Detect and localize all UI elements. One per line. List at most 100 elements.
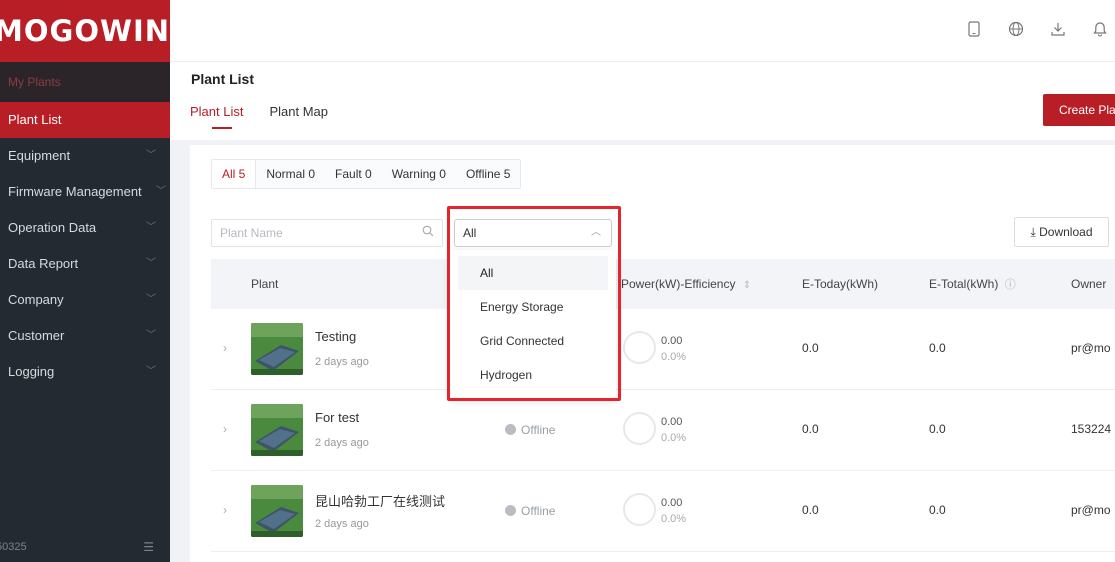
e-today-value: 0.0 xyxy=(802,422,819,436)
column-header-label: E-Total(kWh) xyxy=(929,277,999,291)
chevron-down-icon: ﹀ xyxy=(146,258,156,269)
sidebar-item-label: Equipment xyxy=(8,148,71,163)
create-plant-button[interactable]: Create Plan xyxy=(1043,94,1115,126)
offline-status-icon xyxy=(505,505,516,516)
plant-type-dropdown: All Energy Storage Grid Connected Hydrog… xyxy=(450,250,616,398)
sidebar-item-plant-list[interactable]: Plant List xyxy=(0,102,170,138)
chevron-down-icon: ﹀ xyxy=(146,294,156,305)
plant-name[interactable]: Testing xyxy=(315,329,356,344)
efficiency-ring xyxy=(623,331,656,364)
header-actions xyxy=(965,20,1109,38)
sidebar-item-company[interactable]: Company ﹀ xyxy=(0,282,170,318)
sidebar-item-logging[interactable]: Logging ﹀ xyxy=(0,354,170,390)
power-efficiency: 0.00 0.0% xyxy=(661,333,686,365)
tab-plant-map[interactable]: Plant Map xyxy=(269,104,328,127)
top-header xyxy=(170,0,1115,62)
table-row[interactable]: › Testing 2 days ago 0.00 0.0% 0.0 0.0 p… xyxy=(211,309,1115,390)
sidebar-item-label: Company xyxy=(8,292,64,307)
plant-name-input[interactable] xyxy=(212,220,412,246)
dropdown-option-grid-connected[interactable]: Grid Connected xyxy=(458,324,608,358)
collapse-menu-icon[interactable]: ☰ xyxy=(143,532,154,562)
status-filter-warning[interactable]: Warning 0 xyxy=(382,160,456,188)
chevron-up-icon: ︿ xyxy=(591,227,601,238)
chevron-down-icon: ﹀ xyxy=(146,366,156,377)
column-header-e-total: E-Total(kWh) ⓘ xyxy=(929,259,1016,310)
plant-thumbnail xyxy=(251,323,303,375)
sidebar-item-label: Customer xyxy=(8,328,65,343)
dropdown-option-hydrogen[interactable]: Hydrogen xyxy=(458,358,608,392)
status-badge: Offline xyxy=(505,504,555,518)
download-icon[interactable] xyxy=(1049,20,1067,38)
sidebar-item-customer[interactable]: Customer ﹀ xyxy=(0,318,170,354)
sort-icon[interactable]: ⇕ xyxy=(743,280,751,291)
e-total-value: 0.0 xyxy=(929,422,946,436)
sidebar-item-label: Firmware Management xyxy=(8,184,142,199)
e-total-value: 0.0 xyxy=(929,341,946,355)
plant-type-select[interactable]: All ︿ xyxy=(454,219,612,247)
column-header-power-efficiency[interactable]: Power(kW)-Efficiency ⇕ xyxy=(621,259,751,311)
download-button[interactable]: ⤓ Download xyxy=(1014,217,1109,247)
tab-plant-list[interactable]: Plant List xyxy=(190,104,243,129)
efficiency-value: 0.0% xyxy=(661,513,687,525)
sidebar-item-label: Plant List xyxy=(8,112,62,127)
offline-status-icon xyxy=(505,424,516,435)
chevron-down-icon: ﹀ xyxy=(156,186,166,197)
power-efficiency: 0.00 0.0% xyxy=(661,414,686,446)
owner-value: pr@mo xyxy=(1071,341,1111,355)
power-efficiency: 0.00 0.0% xyxy=(661,495,686,527)
menu-group-my-plants[interactable]: My Plants xyxy=(0,62,170,102)
owner-value: 153224 xyxy=(1071,422,1112,436)
status-label: Offline xyxy=(521,423,556,437)
sidebar-item-equipment[interactable]: Equipment ﹀ xyxy=(0,138,170,174)
power-value: 0.00 xyxy=(661,497,683,509)
status-badge: Offline xyxy=(505,423,555,437)
table-row[interactable]: › 昆山哈勃工厂在线测试 2 days ago Offline 0.00 0.0… xyxy=(211,471,1115,552)
power-value: 0.00 xyxy=(661,416,683,428)
e-total-value: 0.0 xyxy=(929,503,946,517)
sidebar-item-data-report[interactable]: Data Report ﹀ xyxy=(0,246,170,282)
dropdown-option-energy-storage[interactable]: Energy Storage xyxy=(458,290,608,324)
efficiency-ring xyxy=(623,493,656,526)
page-title: Plant List xyxy=(191,71,255,87)
status-filter-normal[interactable]: Normal 0 xyxy=(256,160,325,188)
globe-icon[interactable] xyxy=(1007,20,1025,38)
column-header-label: Power(kW)-Efficiency xyxy=(621,277,736,291)
chevron-down-icon: ﹀ xyxy=(146,222,156,233)
expand-row-icon[interactable]: › xyxy=(223,503,227,517)
column-header-owner: Owner xyxy=(1071,277,1107,291)
sidebar: MOGOWINI My Plants Plant List Equipment … xyxy=(0,0,170,562)
brand-logo: MOGOWINI xyxy=(0,0,170,62)
help-circle-icon[interactable]: ⓘ xyxy=(1005,279,1016,291)
status-filter-fault[interactable]: Fault 0 xyxy=(325,160,382,188)
sidebar-footer: 50325 ☰ xyxy=(0,532,170,562)
efficiency-ring xyxy=(623,412,656,445)
expand-row-icon[interactable]: › xyxy=(223,422,227,436)
sidebar-item-operation-data[interactable]: Operation Data ﹀ xyxy=(0,210,170,246)
plant-updated-time: 2 days ago xyxy=(315,518,369,530)
tablet-icon[interactable] xyxy=(965,20,983,38)
version-label: 50325 xyxy=(0,541,27,553)
sidebar-item-label: Logging xyxy=(8,364,55,379)
status-filter-all[interactable]: All 5 xyxy=(212,160,257,188)
plant-name[interactable]: For test xyxy=(315,410,359,425)
status-filter-offline[interactable]: Offline 5 xyxy=(456,160,520,188)
page-header: Plant List Plant List Plant Map Create P… xyxy=(170,62,1115,140)
owner-value: pr@mo xyxy=(1071,503,1111,517)
plant-search xyxy=(211,219,443,247)
expand-row-icon[interactable]: › xyxy=(223,341,227,355)
power-value: 0.00 xyxy=(661,335,683,347)
sidebar-item-label: Data Report xyxy=(8,256,79,271)
plant-updated-time: 2 days ago xyxy=(315,437,369,449)
search-icon[interactable] xyxy=(422,225,434,240)
table-row[interactable]: › For test 2 days ago Offline 0.00 0.0% … xyxy=(211,390,1115,471)
plant-name[interactable]: 昆山哈勃工厂在线测试 xyxy=(315,491,445,510)
chevron-down-icon: ﹀ xyxy=(146,150,156,161)
sidebar-item-firmware-management[interactable]: Firmware Management ﹀ xyxy=(0,174,170,210)
plant-thumbnail xyxy=(251,485,303,537)
column-header-plant: Plant xyxy=(251,277,279,291)
e-today-value: 0.0 xyxy=(802,503,819,517)
dropdown-option-all[interactable]: All xyxy=(458,256,608,290)
e-today-value: 0.0 xyxy=(802,341,819,355)
column-header-e-today: E-Today(kWh) xyxy=(802,277,879,291)
bell-icon[interactable] xyxy=(1091,20,1109,38)
